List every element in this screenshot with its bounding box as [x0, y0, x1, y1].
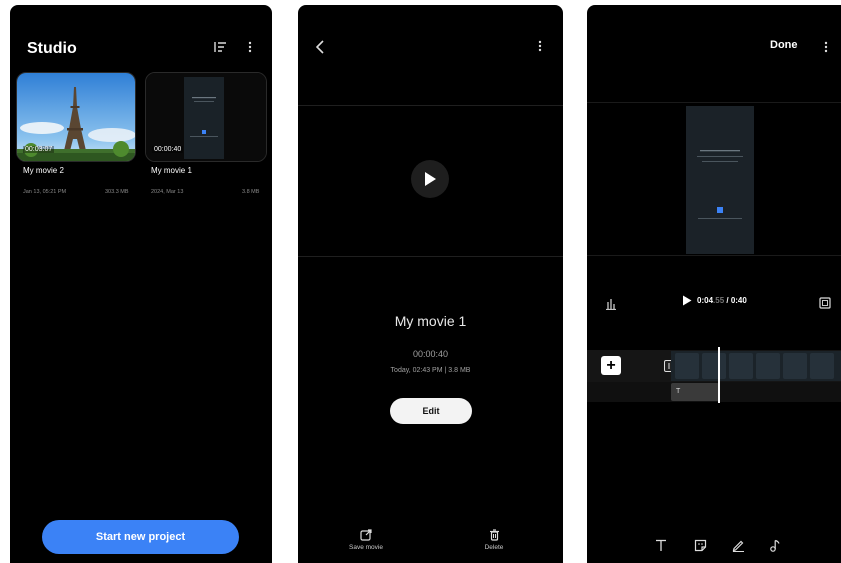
play-button[interactable] — [411, 160, 449, 198]
edit-button[interactable]: Edit — [390, 398, 472, 424]
add-clip-button[interactable]: + — [601, 356, 621, 375]
start-new-project-button[interactable]: Start new project — [42, 520, 239, 554]
music-tool-icon[interactable] — [767, 537, 783, 553]
duration-badge: 00:00:40 — [152, 146, 184, 153]
save-icon — [336, 529, 396, 541]
play-icon — [425, 172, 436, 186]
back-icon[interactable] — [312, 38, 328, 56]
project-name: My movie 2 — [23, 166, 64, 175]
fullscreen-icon[interactable] — [818, 296, 832, 310]
text-clip-label: T — [676, 388, 681, 395]
project-name: My movie 1 — [151, 166, 192, 175]
audio-level-icon[interactable] — [605, 297, 617, 311]
project-size: 3.8 MB — [242, 189, 260, 195]
movie-detail-screen: My movie 1 00:00:40 Today, 02:43 PM | 3.… — [298, 5, 563, 563]
project-date: 2024, Mar 13 — [151, 189, 184, 195]
done-button[interactable]: Done — [770, 39, 798, 51]
duration-badge: 00:03:07 — [23, 146, 55, 153]
playhead[interactable] — [718, 347, 720, 403]
delete-label: Delete — [484, 544, 504, 551]
editor-screen: Done 0:04.55 / 0:40 + T — [587, 5, 841, 563]
save-movie-button[interactable]: Save movie — [336, 529, 396, 551]
more-options-icon[interactable] — [244, 39, 256, 55]
pen-tool-icon[interactable] — [730, 537, 746, 553]
studio-screen: Studio 00:03:07 00:00:40 My movie 2 Jan … — [10, 5, 272, 563]
save-movie-label: Save movie — [349, 544, 383, 551]
project-card-my-movie-1[interactable]: 00:00:40 — [145, 72, 267, 162]
page-title: Studio — [27, 40, 77, 57]
sort-icon[interactable] — [212, 39, 228, 55]
playback-controls: 0:04.55 / 0:40 — [682, 295, 747, 306]
project-card-my-movie-2[interactable]: 00:03:07 — [16, 72, 136, 162]
sticker-tool-icon[interactable] — [692, 537, 708, 553]
trash-icon — [464, 529, 524, 541]
play-icon[interactable] — [682, 295, 692, 306]
current-time: 0:04 — [697, 296, 714, 305]
video-frame — [686, 106, 754, 254]
movie-title: My movie 1 — [394, 313, 467, 329]
text-tool-icon[interactable] — [653, 537, 669, 553]
project-size: 303.3 MB — [105, 189, 129, 195]
delete-button[interactable]: Delete — [464, 529, 524, 551]
video-clip[interactable] — [671, 351, 841, 381]
text-clip[interactable]: T — [671, 383, 719, 401]
current-time-fraction: .55 — [713, 296, 725, 305]
movie-duration: 00:00:40 — [412, 349, 449, 359]
more-options-icon[interactable] — [821, 39, 831, 55]
total-time: / 0:40 — [726, 296, 747, 305]
project-date: Jan 13, 05:21 PM — [23, 189, 67, 195]
movie-meta: Today, 02:43 PM | 3.8 MB — [390, 367, 471, 374]
more-options-icon[interactable] — [534, 38, 546, 54]
